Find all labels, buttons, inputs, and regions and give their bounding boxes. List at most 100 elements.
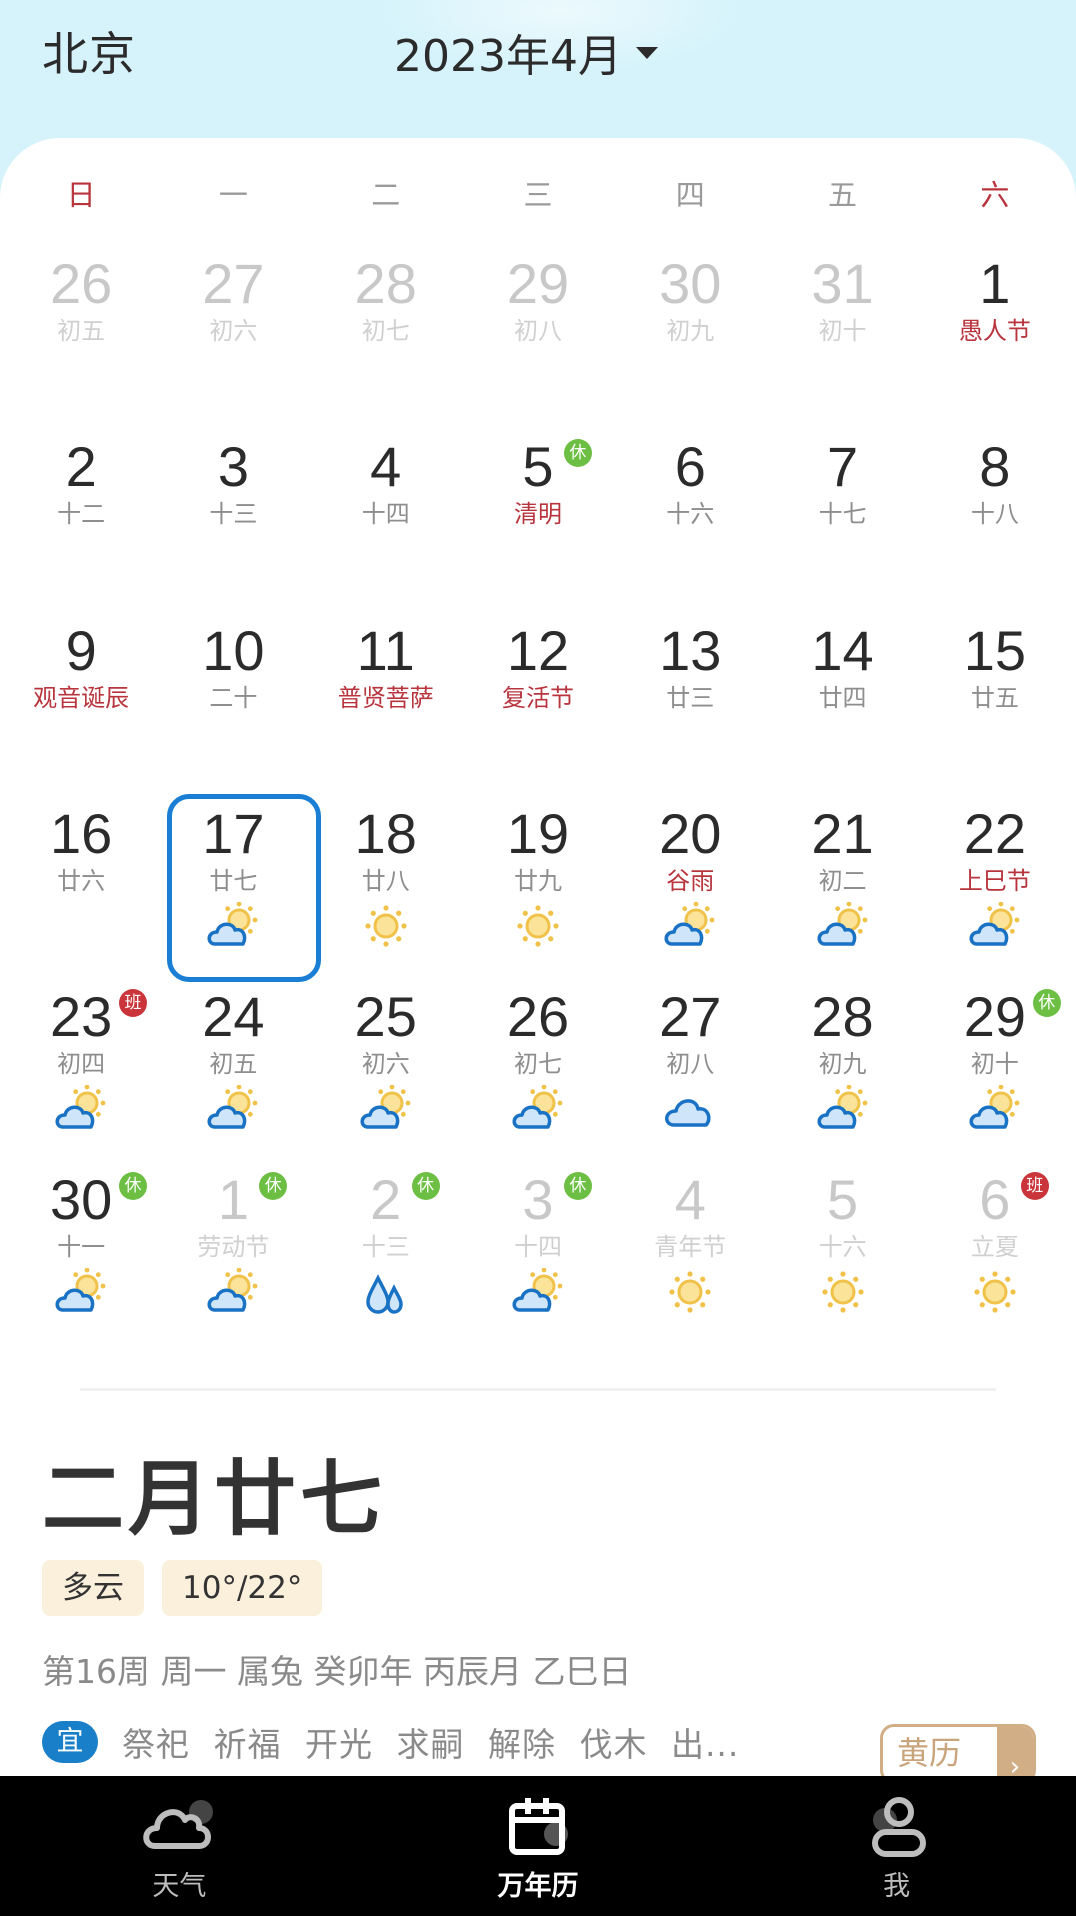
calendar-day[interactable]: 1 愚人节 (919, 240, 1071, 423)
day-number: 1 (979, 252, 1011, 315)
lunar-day: 立夏 (970, 1233, 1019, 1262)
calendar-day[interactable]: 3 十三 (157, 423, 309, 606)
calendar-day[interactable]: 15 廿五 (919, 607, 1071, 790)
lunar-day: 十八 (970, 500, 1019, 529)
huangli-button[interactable]: 黄历 › (880, 1724, 1036, 1784)
calendar-day[interactable]: 9 观音诞辰 (5, 607, 157, 790)
calendar-day[interactable]: 3 十四 休 (462, 1156, 614, 1339)
holiday-badge: 休 (411, 1172, 440, 1201)
calendar-day[interactable]: 18 廿八 (310, 790, 462, 973)
calendar-day[interactable]: 6 十六 (614, 423, 766, 606)
workday-badge: 班 (1020, 1172, 1049, 1201)
month-label: 2023年4月 (394, 31, 622, 82)
tab-weather[interactable]: 天气 (0, 1776, 359, 1916)
calendar-day[interactable]: 10 二十 (157, 607, 309, 790)
calendar-day[interactable]: 23 初四 班 (5, 973, 157, 1156)
sun-icon (974, 1271, 1016, 1314)
calendar-day[interactable]: 12 复活节 (462, 607, 614, 790)
day-number: 6 (674, 435, 706, 499)
chevron-right-icon: › (997, 1727, 1033, 1781)
calendar-day[interactable]: 8 十八 (919, 423, 1071, 606)
calendar-day[interactable]: 20 谷雨 (614, 790, 766, 973)
user-icon (871, 1797, 926, 1857)
calendar-day[interactable]: 11 普贤菩萨 (310, 607, 462, 790)
day-number: 2 (65, 435, 97, 499)
lunar-day: 初二 (818, 866, 867, 895)
partly-cloudy-icon (512, 1085, 563, 1129)
calendar-day[interactable]: 30 初九 (614, 240, 766, 423)
calendar-day[interactable]: 5 清明 休 (462, 423, 614, 606)
lunar-day: 初七 (361, 317, 410, 345)
calendar-day[interactable]: 29 初八 (462, 240, 614, 423)
month-picker[interactable]: 2023年4月 (394, 20, 658, 84)
day-number: 14 (811, 618, 874, 682)
tab-me[interactable]: 我 (717, 1776, 1076, 1916)
calendar-day[interactable]: 30 十一 休 (5, 1156, 157, 1339)
calendar-day[interactable]: 7 十七 (766, 423, 918, 606)
calendar-day[interactable]: 6 立夏 班 (919, 1156, 1071, 1339)
day-number: 12 (506, 618, 570, 682)
day-number: 8 (979, 435, 1011, 499)
partly-cloudy-icon (55, 1085, 106, 1129)
lunar-day: 十二 (57, 500, 106, 529)
city-name[interactable]: 北京 (42, 18, 136, 84)
day-number: 11 (356, 618, 415, 682)
sun-icon (974, 1271, 1016, 1314)
tab-label: 天气 (152, 1871, 207, 1902)
sun-icon (669, 1271, 711, 1314)
huangli-label: 黄历 (897, 1734, 962, 1772)
calendar-day[interactable]: 4 青年节 (614, 1156, 766, 1339)
calendar-day[interactable]: 4 十四 (310, 423, 462, 606)
calendar-day-selected[interactable]: 17 廿七 (157, 790, 322, 983)
calendar-day[interactable]: 26 初五 (5, 240, 157, 423)
partly-cloudy-icon (207, 1085, 258, 1129)
day-number: 13 (659, 618, 722, 682)
calendar-day[interactable]: 26 初七 (462, 973, 614, 1156)
calendar-day[interactable]: 14 廿四 (766, 607, 918, 790)
lunar-day: 十六 (666, 500, 715, 529)
calendar-day[interactable]: 28 初七 (310, 240, 462, 423)
calendar-day[interactable]: 19 廿九 (462, 790, 614, 973)
festival-label: 观音诞辰 (33, 683, 130, 712)
partly-cloudy-icon (817, 901, 867, 946)
day-number: 2 (370, 1168, 402, 1232)
divider (80, 1388, 996, 1391)
calendar-day[interactable]: 2 十三 休 (310, 1156, 462, 1339)
day-number: 19 (506, 801, 570, 865)
calendar-day[interactable]: 25 初六 (310, 973, 462, 1156)
lunar-day: 廿九 (513, 866, 562, 895)
calendar-day[interactable]: 1 劳动节 休 (157, 1156, 309, 1339)
day-number: 6 (979, 1168, 1011, 1232)
calendar-day[interactable]: 16 廿六 (5, 790, 157, 973)
calendar-day[interactable]: 22 上巳节 (919, 790, 1071, 973)
holiday-badge: 休 (563, 439, 592, 468)
calendar-day[interactable]: 27 初六 (157, 240, 309, 423)
lunar-day: 十三 (209, 500, 258, 529)
tab-calendar[interactable]: 万年历 (359, 1776, 718, 1916)
calendar-day[interactable]: 21 初二 (766, 790, 918, 973)
calendar-day[interactable]: 5 十六 (766, 1156, 918, 1339)
calendar-day[interactable]: 13 廿三 (614, 607, 766, 790)
calendar-day[interactable]: 29 初十 休 (919, 973, 1071, 1156)
day-number: 5 (522, 435, 554, 499)
calendar-day[interactable]: 27 初八 (614, 973, 766, 1156)
lunar-day: 初五 (57, 317, 106, 345)
day-number: 28 (811, 985, 874, 1049)
calendar-day[interactable]: 31 初十 (766, 240, 918, 423)
sun-icon (365, 905, 407, 947)
day-number: 30 (49, 1168, 113, 1232)
day-number: 25 (354, 985, 417, 1049)
lunar-day: 廿六 (57, 866, 106, 895)
lunar-day: 二十 (209, 683, 258, 712)
weekday-label: 三 (523, 178, 553, 212)
lunar-day: 十四 (361, 500, 410, 529)
lunar-day: 青年节 (654, 1233, 727, 1262)
day-number: 31 (811, 252, 874, 315)
yi-items: 祭祀 祈福 开光 求嗣 解除 伐木 出... (122, 1725, 740, 1764)
day-number: 24 (202, 985, 265, 1049)
calendar-day[interactable]: 2 十二 (5, 423, 157, 606)
calendar-day[interactable]: 24 初五 (157, 973, 309, 1156)
calendar-day[interactable]: 28 初九 (766, 973, 918, 1156)
lunar-day: 十四 (513, 1233, 562, 1262)
holiday-badge: 休 (563, 1172, 592, 1201)
